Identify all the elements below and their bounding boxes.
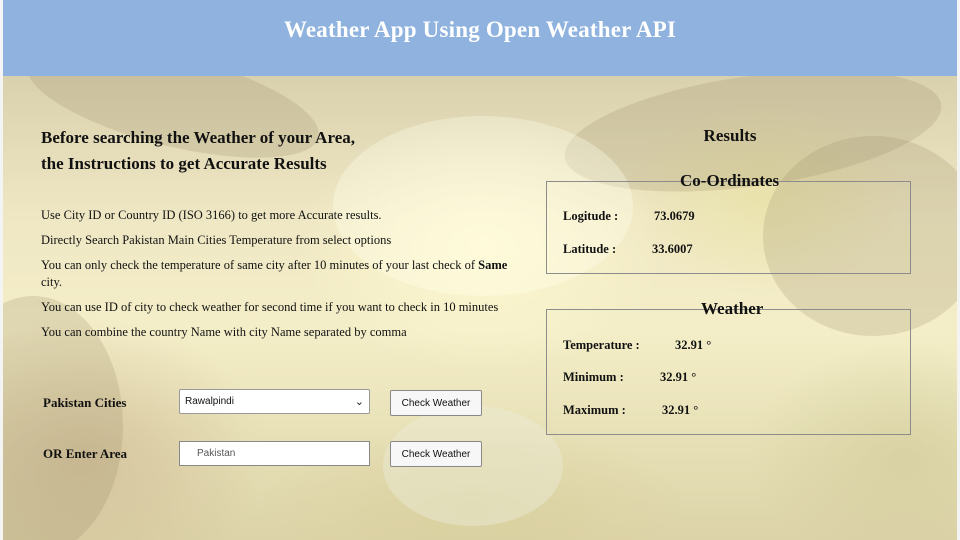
instruction-emphasis: Same: [478, 258, 508, 272]
check-weather-button-area[interactable]: Check Weather: [390, 441, 482, 467]
instructions-title: Before searching the Weather of your Are…: [41, 125, 461, 177]
chevron-down-icon: ⌄: [354, 396, 364, 408]
instructions-title-line1: Before searching the Weather of your Are…: [41, 128, 355, 147]
latitude-value: 33.6007: [652, 242, 693, 256]
instruction-text: city.: [41, 275, 63, 289]
coordinates-legend: Co-Ordinates: [680, 171, 780, 190]
minimum-label: Minimum :: [563, 370, 624, 384]
instruction-text: You can only check the temperature of sa…: [41, 258, 476, 272]
instruction-item: You can only check the temperature of sa…: [41, 257, 511, 291]
temperature-value: 32.91 °: [675, 338, 712, 352]
instructions-list: Use City ID or Country ID (ISO 3166) to …: [41, 207, 511, 349]
temperature-label: Temperature :: [563, 338, 640, 352]
app-header: Weather App Using Open Weather API: [3, 0, 957, 76]
area-input-placeholder: Pakistan: [197, 448, 236, 459]
results-title: Results: [703, 126, 757, 145]
minimum-value: 32.91 °: [660, 370, 697, 384]
instruction-item: Directly Search Pakistan Main Cities Tem…: [41, 233, 392, 247]
maximum-label: Maximum :: [563, 403, 626, 417]
area-input[interactable]: Pakistan: [179, 441, 370, 466]
instruction-item: You can combine the country Name with ci…: [41, 325, 407, 339]
instructions-title-line2: the Instructions to get Accurate Results: [41, 154, 327, 173]
check-weather-button-cities[interactable]: Check Weather: [390, 390, 482, 416]
cities-selected-value: Rawalpindi: [185, 396, 234, 407]
cities-select[interactable]: Rawalpindi ⌄: [179, 389, 370, 414]
instruction-item: You can use ID of city to check weather …: [41, 300, 499, 314]
longitude-value: 73.0679: [654, 209, 695, 223]
weather-legend: Weather: [701, 299, 764, 318]
app-title: Weather App Using Open Weather API: [283, 17, 677, 42]
instruction-item: Use City ID or Country ID (ISO 3166) to …: [41, 208, 382, 222]
area-label: OR Enter Area: [43, 446, 128, 461]
longitude-label: Logitude :: [563, 209, 619, 223]
coordinates-fieldset: Co-Ordinates: [546, 171, 911, 274]
maximum-value: 32.91 °: [662, 403, 699, 417]
page: Weather App Using Open Weather API Befor…: [0, 0, 960, 540]
latitude-label: Latitude :: [563, 242, 617, 256]
cities-label: Pakistan Cities: [43, 395, 127, 410]
